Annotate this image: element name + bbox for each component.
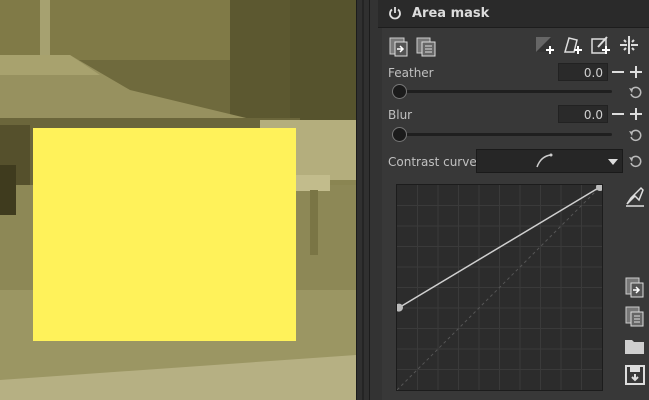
blur-value[interactable]: 0.0 (558, 105, 608, 123)
feather-minus-icon[interactable] (609, 63, 627, 81)
blur-minus-icon[interactable] (609, 105, 627, 123)
add-mask-shape-icon[interactable] (562, 34, 584, 56)
add-area-shape-icon[interactable] (534, 34, 556, 56)
panel-header: Area mask (378, 0, 649, 28)
curve-point-start (395, 303, 403, 312)
blur-label: Blur (388, 108, 413, 122)
add-mask-edit-icon[interactable] (590, 34, 612, 56)
feather-value[interactable]: 0.0 (558, 63, 608, 81)
feather-slider-knob[interactable] (392, 84, 407, 99)
blur-plus-icon[interactable] (627, 105, 645, 123)
power-icon[interactable] (388, 6, 402, 20)
picker-icon[interactable] (623, 184, 647, 208)
open-folder-icon[interactable] (623, 334, 647, 358)
paste-icon[interactable] (623, 276, 647, 300)
feather-plus-icon[interactable] (627, 63, 645, 81)
image-preview[interactable] (0, 0, 356, 400)
curve-graph[interactable] (395, 183, 604, 391)
save-icon[interactable] (623, 363, 647, 387)
copy-mask-icon[interactable] (415, 36, 437, 58)
feather-slider[interactable] (394, 90, 612, 93)
curve-type-combo[interactable] (476, 149, 623, 173)
split-tool-icon[interactable] (618, 34, 640, 56)
area-mask-panel: Area mask Feather 0.0 Blur 0.0 Contrast … (370, 0, 649, 400)
feather-reset-icon[interactable] (628, 85, 642, 99)
panel-splitter[interactable] (356, 0, 370, 400)
panel-title: Area mask (412, 6, 490, 21)
feather-label: Feather (388, 66, 434, 80)
chevron-down-icon[interactable] (604, 150, 622, 172)
copy-icon[interactable] (623, 305, 647, 329)
area-mask-shape[interactable] (33, 128, 296, 341)
blur-slider[interactable] (394, 133, 612, 136)
curve-type-icon (536, 153, 553, 168)
curve-reset-icon[interactable] (628, 154, 642, 168)
blur-reset-icon[interactable] (628, 128, 642, 142)
paste-mask-icon[interactable] (388, 36, 410, 58)
blur-slider-knob[interactable] (392, 127, 407, 142)
curve-editor[interactable] (395, 183, 604, 391)
contrast-curve-label: Contrast curve: (388, 155, 481, 169)
panel-body: Feather 0.0 Blur 0.0 Contrast curve: (382, 28, 649, 400)
